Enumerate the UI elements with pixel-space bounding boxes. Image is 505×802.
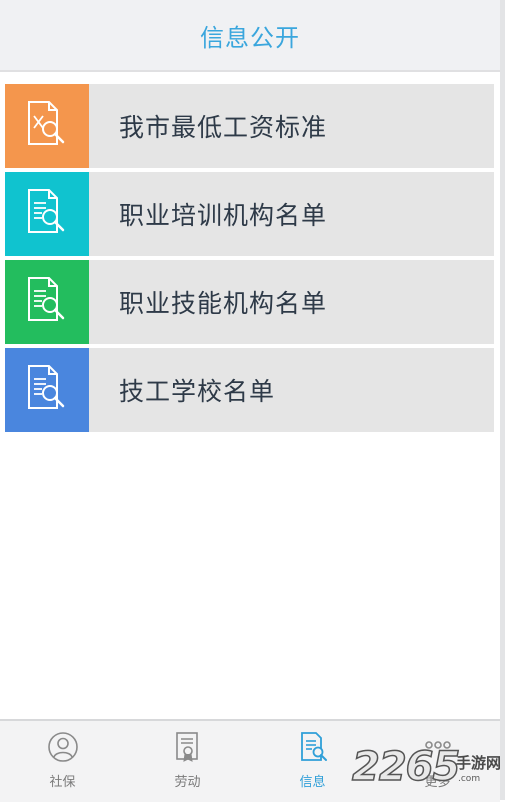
tab-labor[interactable]: 劳动	[125, 721, 250, 802]
item-icon-tile	[5, 260, 89, 344]
tab-label: 劳动	[174, 775, 201, 790]
list-item-label: 职业技能机构名单	[119, 289, 328, 318]
document-search-icon	[21, 98, 73, 154]
header-bar: 信息公开	[0, 0, 500, 72]
tab-label: 社保	[49, 775, 76, 790]
tab-more[interactable]: 更多	[375, 721, 500, 802]
tab-label: 信息	[299, 775, 326, 790]
app-screen: 信息公开 我市最低工资标准 职业培训机构名单 职业技能机构名单 技工学校名单 社…	[0, 0, 501, 802]
edge-strip	[500, 0, 505, 800]
tab-information[interactable]: 信息	[250, 721, 375, 802]
person-icon	[47, 731, 79, 763]
item-icon-tile	[5, 172, 89, 256]
tab-social-security[interactable]: 社保	[0, 721, 125, 802]
list-item-technical-schools[interactable]: 技工学校名单	[5, 348, 494, 432]
list-item-minimum-wage[interactable]: 我市最低工资标准	[5, 84, 494, 168]
tab-label: 更多	[424, 775, 451, 790]
list-item-label: 我市最低工资标准	[119, 113, 328, 142]
page-title: 信息公开	[200, 23, 300, 52]
info-list: 我市最低工资标准 职业培训机构名单 职业技能机构名单 技工学校名单	[5, 84, 494, 436]
more-icon	[422, 731, 454, 763]
certificate-icon	[172, 731, 204, 763]
document-search-icon	[21, 362, 73, 418]
list-item-skill-institutions[interactable]: 职业技能机构名单	[5, 260, 494, 344]
list-item-label: 职业培训机构名单	[119, 201, 328, 230]
item-icon-tile	[5, 84, 89, 168]
list-item-training-institutions[interactable]: 职业培训机构名单	[5, 172, 494, 256]
document-search-icon	[21, 186, 73, 242]
list-item-label: 技工学校名单	[119, 377, 276, 406]
document-search-icon	[297, 731, 329, 763]
bottom-tab-bar: 社保 劳动 信息 更多	[0, 719, 500, 802]
document-search-icon	[21, 274, 73, 330]
item-icon-tile	[5, 348, 89, 432]
